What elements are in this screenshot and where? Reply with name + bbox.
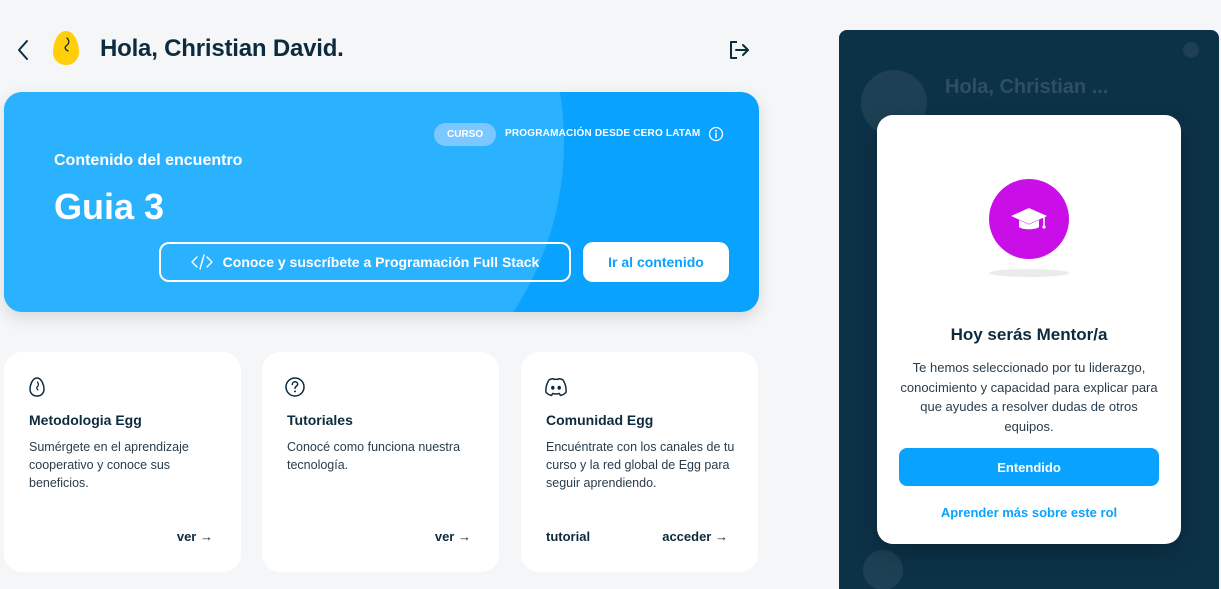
tutorials-ver-link[interactable]: ver → [435, 529, 471, 544]
card-description: Conocé como funciona nuestra tecnología. [287, 440, 461, 472]
understood-button[interactable]: Entendido [899, 448, 1159, 486]
card-title: Comunidad Egg [546, 412, 654, 428]
code-icon [190, 254, 213, 270]
meeting-content-card: CURSO PROGRAMACIÓN DESDE CERO LATAM Cont… [4, 92, 759, 312]
egg-logo [52, 30, 80, 66]
link-label: acceder [662, 529, 712, 544]
tutorial-link[interactable]: tutorial [546, 529, 590, 544]
learn-more-link[interactable]: Aprender más sobre este rol [877, 505, 1181, 520]
arrow-right-icon: → [200, 529, 213, 544]
graduation-cap-icon [1011, 208, 1047, 230]
hero-title: Guia 3 [54, 186, 165, 227]
subscribe-button-label: Conoce y suscríbete a Programación Full … [222, 254, 540, 270]
course-badge: CURSO [434, 123, 497, 146]
arrow-right-icon: → [715, 529, 728, 544]
chevron-left-icon [18, 40, 28, 60]
arrow-right-icon: → [458, 529, 471, 544]
logout-button[interactable] [727, 38, 751, 62]
methodology-card[interactable]: Metodologia Egg Sumérgete en el aprendiz… [4, 352, 241, 572]
methodology-ver-link[interactable]: ver → [177, 529, 213, 544]
community-card[interactable]: Comunidad Egg Encuéntrate con los canale… [521, 352, 758, 572]
card-title: Metodologia Egg [29, 412, 142, 428]
link-label: ver [434, 529, 455, 544]
community-acceder-link[interactable]: acceder → [662, 529, 728, 544]
tutorials-card[interactable]: Tutoriales Conocé como funciona nuestra … [262, 352, 499, 572]
go-to-content-button[interactable]: Ir al contenido [583, 242, 729, 282]
info-icon[interactable] [708, 126, 724, 142]
mentor-modal: Hoy serás Mentor/a Te hemos seleccionado… [877, 115, 1181, 544]
link-label: ver [176, 529, 197, 544]
egg-icon [26, 376, 48, 398]
card-description: Sumérgete en el aprendizaje cooperativo … [29, 440, 189, 490]
hero-subtitle: Contenido del encuentro [54, 152, 243, 169]
subscribe-fullstack-button[interactable]: Conoce y suscríbete a Programación Full … [159, 242, 571, 282]
discord-icon [543, 376, 569, 398]
modal-text: Te hemos seleccionado por tu liderazgo, … [900, 360, 1158, 434]
ghost-avatar [863, 550, 903, 589]
card-description: Encuéntrate con los canales de tu curso … [546, 440, 735, 490]
page-title: Hola, Christian David. [100, 35, 344, 62]
logout-icon [730, 41, 749, 59]
help-circle-icon [284, 376, 306, 398]
ghost-greeting: Hola, Christian ... [945, 76, 1109, 98]
avatar-shadow [989, 269, 1069, 277]
ghost-icon [1183, 42, 1199, 58]
course-name: PROGRAMACIÓN DESDE CERO LATAM [505, 128, 701, 139]
back-button[interactable] [14, 38, 34, 62]
card-title: Tutoriales [287, 412, 353, 428]
mentor-avatar [989, 179, 1069, 259]
modal-title: Hoy serás Mentor/a [950, 325, 1108, 344]
